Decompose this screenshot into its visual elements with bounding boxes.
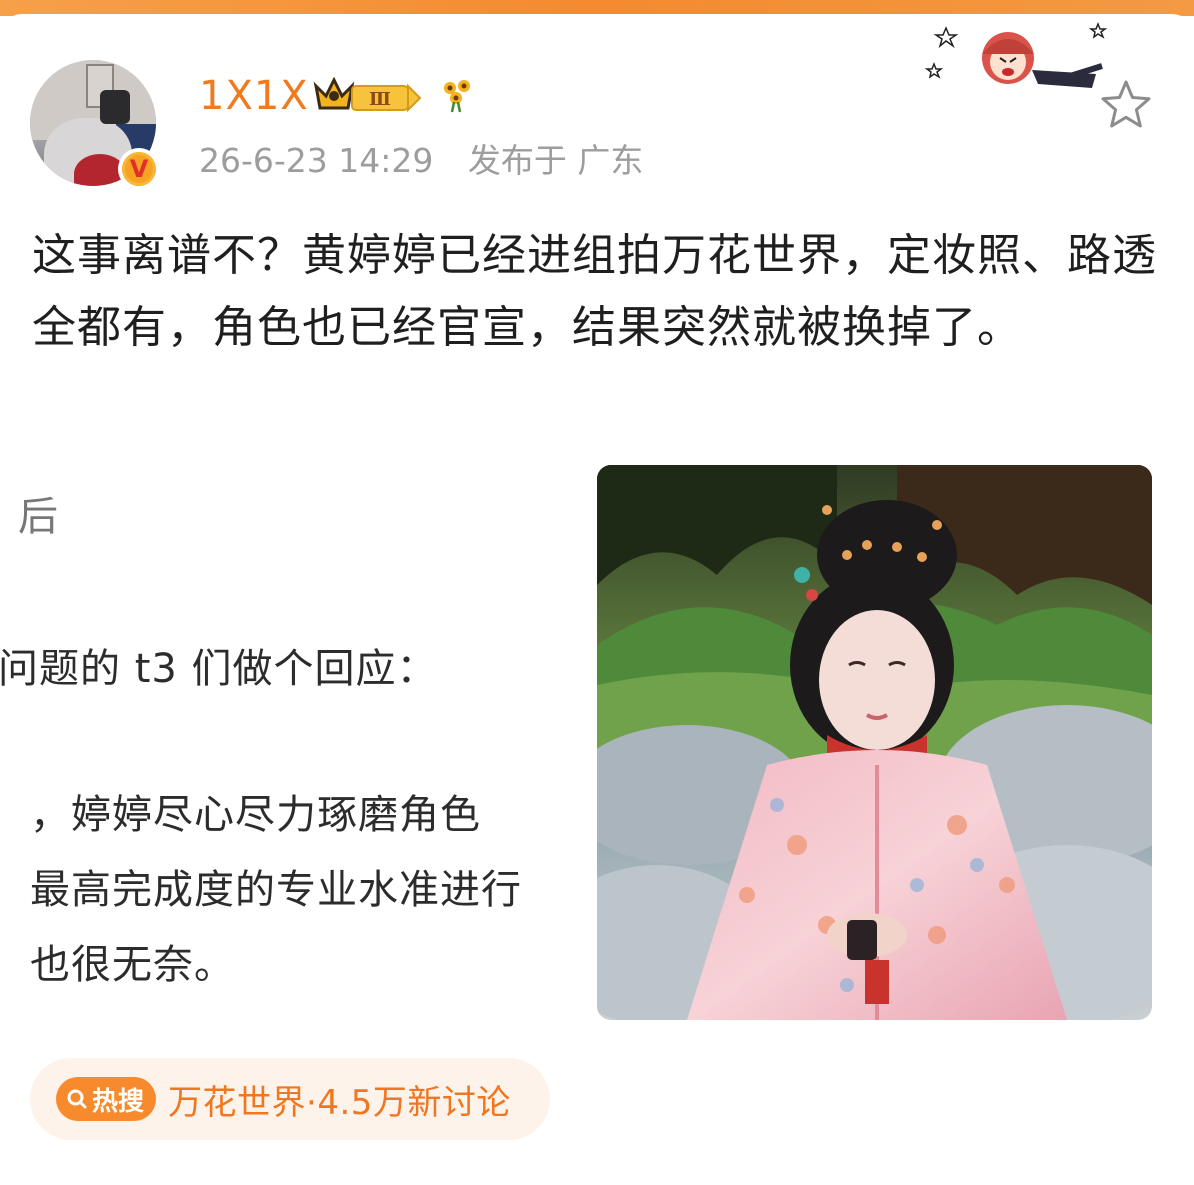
screenshot-line: 也很无奈。 bbox=[30, 942, 235, 988]
verified-badge-label: V bbox=[122, 152, 156, 186]
screenshot-line: 后 bbox=[18, 494, 59, 540]
hot-search-tag-label: 热搜 bbox=[92, 1086, 145, 1117]
girl-sticker-icon bbox=[920, 18, 1110, 102]
post-photo[interactable] bbox=[597, 465, 1152, 1020]
vip-level: Ⅲ bbox=[369, 89, 391, 110]
post-meta: 26-6-23 14:29 发布于 广东 bbox=[199, 141, 643, 181]
statement-screenshot-image[interactable]: 后 问题的 t3 们做个回应： ，婷婷尽心尽力琢磨角色 最高完成度的专业水准进行… bbox=[0, 464, 598, 1024]
hot-search-topic: 万花世界·4.5万新讨论 bbox=[168, 1082, 511, 1123]
favorite-star-icon[interactable] bbox=[1096, 76, 1156, 136]
screenshot-line: 最高完成度的专业水准进行 bbox=[30, 867, 522, 913]
sunflower-icon bbox=[440, 78, 476, 118]
screenshot-line: 问题的 t3 们做个回应： bbox=[0, 646, 438, 692]
hot-search-tag: 热搜 bbox=[56, 1077, 157, 1121]
hot-search-pill[interactable]: 热搜 万花世界·4.5万新讨论 bbox=[30, 1058, 550, 1140]
username[interactable]: 1X1X bbox=[199, 72, 309, 120]
verified-badge-icon: V bbox=[118, 148, 160, 190]
search-icon bbox=[67, 1089, 87, 1109]
post-text: 这事离谱不？黄婷婷已经进组拍万花世界，定妆照、路透全都有，角色也已经官宣，结果突… bbox=[32, 230, 1157, 353]
vip-crown-icon[interactable]: Ⅲ bbox=[312, 74, 428, 122]
screenshot-line: ，婷婷尽心尽力琢磨角色 bbox=[30, 792, 481, 838]
post-timestamp: 26-6-23 14:29 bbox=[199, 141, 434, 180]
post-location: 发布于 广东 bbox=[467, 141, 644, 180]
